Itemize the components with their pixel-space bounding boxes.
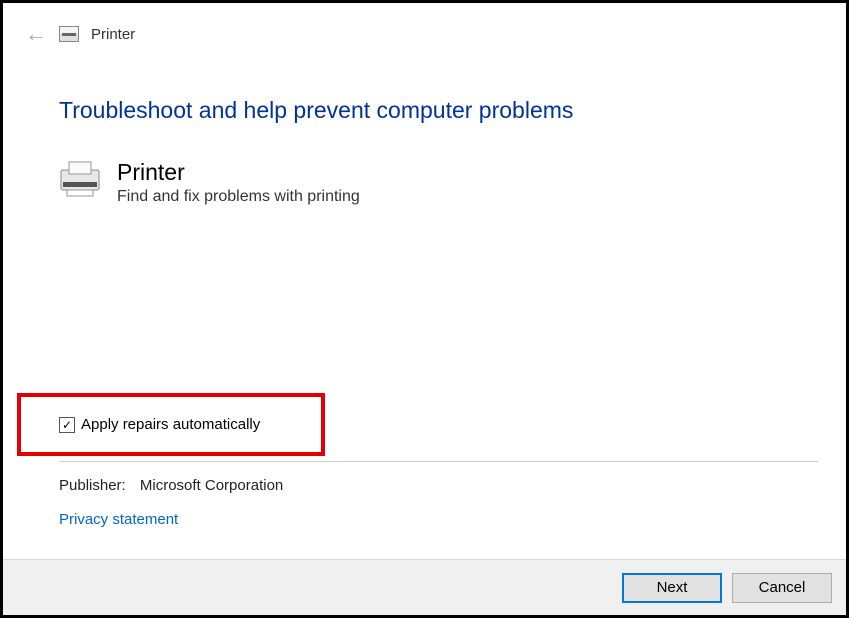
header-title: Printer bbox=[91, 26, 135, 43]
printer-text-block: Printer Find and fix problems with print… bbox=[117, 160, 360, 206]
publisher-label: Publisher: bbox=[59, 477, 126, 494]
cancel-button[interactable]: Cancel bbox=[732, 573, 832, 603]
printer-item-description: Find and fix problems with printing bbox=[117, 188, 360, 206]
apply-repairs-checkbox[interactable]: ✓ bbox=[59, 417, 75, 433]
printer-item-title: Printer bbox=[117, 160, 360, 185]
back-arrow-icon[interactable]: ← bbox=[25, 21, 47, 47]
privacy-statement-link[interactable]: Privacy statement bbox=[59, 511, 178, 528]
content-area: Troubleshoot and help prevent computer p… bbox=[3, 57, 846, 206]
printer-section: Printer Find and fix problems with print… bbox=[59, 160, 790, 206]
apply-repairs-row[interactable]: ✓ Apply repairs automatically bbox=[59, 416, 260, 433]
apply-repairs-label[interactable]: Apply repairs automatically bbox=[81, 416, 260, 433]
divider bbox=[59, 461, 818, 462]
publisher-value: Microsoft Corporation bbox=[140, 477, 283, 494]
printer-small-icon bbox=[59, 26, 79, 42]
main-heading: Troubleshoot and help prevent computer p… bbox=[59, 97, 790, 124]
next-button[interactable]: Next bbox=[622, 573, 722, 603]
publisher-row: Publisher: Microsoft Corporation bbox=[59, 477, 283, 494]
footer: Next Cancel bbox=[3, 559, 846, 615]
header-bar: ← Printer bbox=[3, 3, 846, 57]
printer-icon bbox=[59, 160, 101, 198]
